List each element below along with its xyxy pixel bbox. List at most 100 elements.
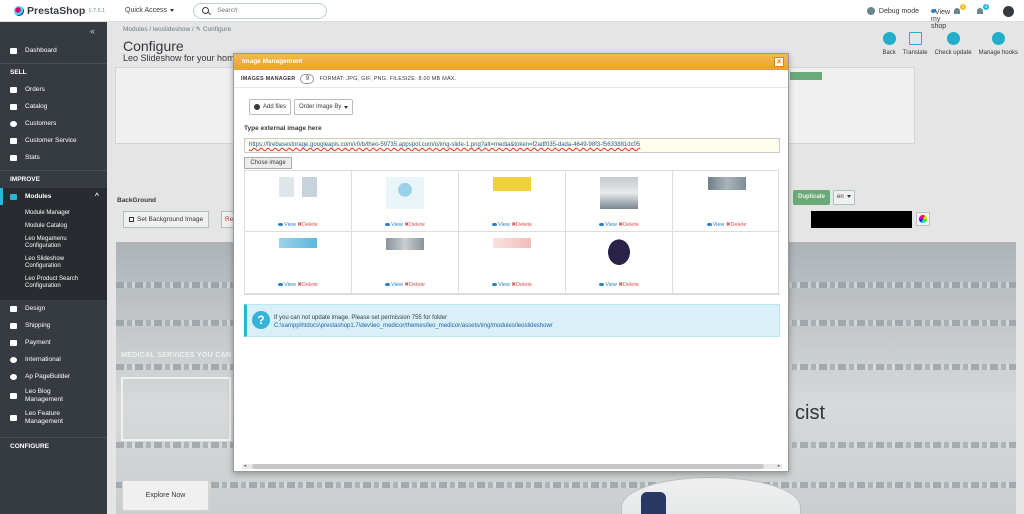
star-icon (10, 415, 17, 421)
puzzle-icon (10, 193, 17, 200)
debug-mode-link[interactable]: Debug mode (866, 7, 919, 15)
horizontal-scrollbar[interactable]: ◂ ▸ (242, 464, 782, 469)
avatar[interactable] (1003, 5, 1014, 17)
image-actions: View ✖Delete (245, 222, 351, 228)
view-link[interactable]: View (284, 282, 296, 288)
thumb-lab[interactable] (386, 238, 424, 250)
modal-title: Image Management (242, 58, 303, 65)
sidebar-item-design[interactable]: Design (0, 300, 107, 317)
sidebar-item-payment[interactable]: Payment (0, 334, 107, 351)
thumb-pink[interactable] (493, 238, 531, 248)
thumb-silhouette[interactable] (602, 236, 636, 272)
delete-link[interactable]: Delete (302, 282, 318, 288)
thumb-pharmacist[interactable] (600, 177, 638, 209)
search-input[interactable] (217, 7, 317, 14)
modules-submenu: Module Manager Module Catalog Leo Megame… (0, 205, 107, 300)
delete-link[interactable]: Delete (409, 282, 425, 288)
customers-notification-icon[interactable]: 4 (976, 3, 989, 16)
submenu-item-leo-megamenu[interactable]: Leo Megamenu Configuration (0, 236, 80, 250)
image-cell-empty (673, 232, 780, 294)
image-actions: View ✖Delete (352, 282, 458, 288)
sidebar-item-shipping[interactable]: Shipping (0, 317, 107, 334)
thumb-yellow-banner[interactable] (493, 177, 531, 191)
delete-link[interactable]: Delete (302, 222, 318, 228)
sidebar-item-label: Stats (25, 154, 40, 161)
delete-link[interactable]: Delete (623, 222, 639, 228)
thumb-shelves[interactable] (707, 177, 746, 190)
scroll-right-icon[interactable]: ▸ (776, 464, 782, 469)
pencil-icon (10, 393, 17, 399)
external-image-input[interactable]: https://firebasestorage.googleapis.com/v… (244, 138, 780, 153)
view-link[interactable]: View (498, 222, 510, 228)
globe-icon (10, 356, 17, 363)
eye-icon (492, 282, 498, 287)
thumb-flowers[interactable] (386, 177, 424, 209)
image-cell: View ✖Delete (352, 232, 459, 294)
orders-notification-icon[interactable]: 1 (953, 3, 966, 16)
order-image-by-dropdown[interactable]: Order Image By (294, 99, 354, 115)
quick-access-dropdown[interactable]: Quick Access (125, 7, 193, 14)
logo-text: PrestaShop (27, 4, 86, 17)
thumb-doctor-1[interactable] (279, 177, 317, 197)
images-manager-label: IMAGES MANAGER (241, 75, 296, 82)
delete-link[interactable]: Delete (623, 282, 639, 288)
view-link[interactable]: View (713, 222, 725, 228)
question-icon: ? (252, 311, 270, 329)
debug-mode-label: Debug mode (878, 7, 919, 15)
sidebar-item-leo-blog[interactable]: Leo Blog Management (0, 385, 107, 407)
sidebar-item-label: Dashboard (25, 47, 57, 54)
submenu-item-module-manager[interactable]: Module Manager (0, 210, 107, 217)
view-link[interactable]: View (391, 222, 403, 228)
view-link[interactable]: View (391, 282, 403, 288)
scroll-left-icon[interactable]: ◂ (242, 464, 248, 469)
sidebar-item-label: Customers (25, 120, 57, 127)
sidebar-item-label: International (25, 356, 61, 363)
sidebar-item-label: Orders (25, 86, 45, 93)
logo[interactable]: PrestaShop 1.7.6.1 (14, 5, 120, 17)
image-cell: View ✖Delete (245, 171, 352, 232)
plus-circle-icon (254, 104, 260, 110)
chart-icon (10, 47, 17, 54)
eye-icon (492, 222, 498, 227)
search-box[interactable] (193, 2, 327, 19)
credit-card-icon (10, 339, 17, 346)
view-link[interactable]: View (605, 282, 617, 288)
choose-image-button[interactable]: Chose image (244, 157, 292, 169)
sidebar-item-catalog[interactable]: Catalog (0, 98, 107, 115)
close-icon[interactable]: × (774, 57, 784, 67)
caret-down-icon (170, 9, 175, 12)
submenu-item-leo-product-search[interactable]: Leo Product Search Configuration (0, 276, 90, 290)
delete-link[interactable]: Delete (409, 222, 425, 228)
sidebar-item-dashboard[interactable]: Dashboard (0, 42, 107, 59)
delete-link[interactable]: Delete (516, 222, 532, 228)
view-shop-link[interactable]: View my shop (931, 9, 950, 30)
store-icon (10, 103, 17, 110)
sidebar-item-customer-service[interactable]: Customer Service (0, 132, 107, 149)
view-link[interactable]: View (605, 222, 617, 228)
inbox-icon (10, 86, 17, 93)
view-link[interactable]: View (284, 222, 296, 228)
sidebar-item-international[interactable]: International (0, 351, 107, 368)
sidebar-item-label: Modules (25, 193, 52, 200)
notification-badge: 1 (960, 3, 966, 10)
submenu-item-leo-slideshow[interactable]: Leo Slideshow Configuration (0, 256, 80, 270)
sidebar-item-modules[interactable]: Modules ^ (0, 188, 107, 205)
external-image-label: Type external image here (244, 125, 322, 132)
sidebar-item-customers[interactable]: Customers (0, 115, 107, 132)
delete-link[interactable]: Delete (516, 282, 532, 288)
stats-icon (10, 154, 17, 161)
sidebar-item-orders[interactable]: Orders (0, 81, 107, 98)
eye-icon (385, 282, 391, 287)
delete-link[interactable]: Delete (731, 222, 747, 228)
add-files-button[interactable]: Add files (249, 99, 292, 115)
view-link[interactable]: View (498, 282, 510, 288)
sidebar-item-ap-pagebuilder[interactable]: Ap PageBuilder (0, 368, 107, 385)
collapse-sidebar-icon[interactable]: « (0, 22, 107, 42)
quick-access-label: Quick Access (125, 7, 168, 14)
sidebar-item-stats[interactable]: Stats (0, 149, 107, 166)
scroll-thumb[interactable] (252, 464, 764, 469)
submenu-item-module-catalog[interactable]: Module Catalog (0, 223, 107, 230)
image-actions: View ✖Delete (352, 222, 458, 228)
sidebar-item-leo-feature[interactable]: Leo Feature Management (0, 407, 107, 429)
thumb-blue-strip[interactable] (279, 238, 317, 248)
